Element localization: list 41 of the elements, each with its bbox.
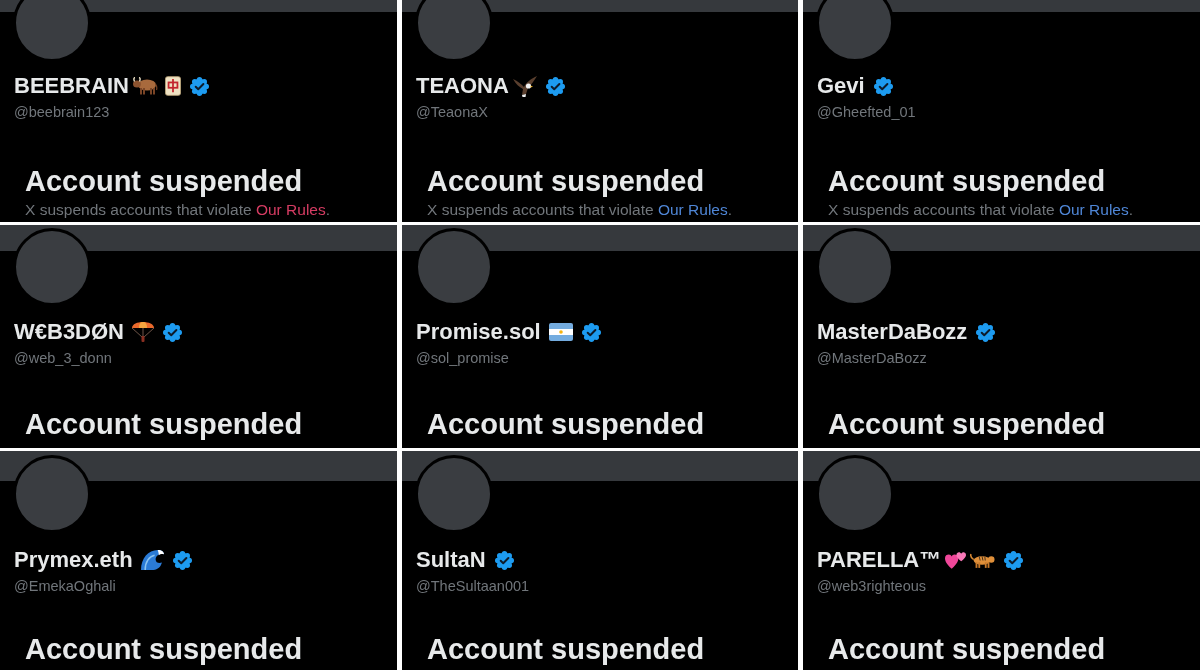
display-name: Prymex.eth bbox=[14, 547, 133, 573]
mahjong-tile-icon bbox=[164, 76, 181, 96]
display-name: TEAONA bbox=[416, 73, 509, 99]
username-handle: @web3righteous bbox=[817, 577, 927, 596]
display-name: Gevi bbox=[817, 73, 865, 99]
rules-link[interactable]: Our Rules bbox=[657, 201, 728, 218]
display-name: Promise.sol bbox=[416, 319, 541, 345]
suspended-heading: Account suspended bbox=[828, 407, 1106, 441]
suspended-heading: Account suspended bbox=[427, 407, 705, 441]
suspended-heading: Account suspended bbox=[25, 632, 303, 666]
rules-link[interactable]: Our Rules bbox=[1058, 201, 1129, 218]
two-hearts-icon bbox=[945, 551, 967, 569]
display-name: W€B3DØN bbox=[14, 319, 124, 345]
display-name: BEEBRAIN bbox=[14, 73, 129, 99]
suspension-notice: X suspends accounts that violate Our Rules. bbox=[828, 201, 1133, 219]
suspended-heading: Account suspended bbox=[427, 164, 705, 198]
display-name: PARELLA™ bbox=[817, 547, 942, 573]
username-handle: @beebrain123 bbox=[14, 103, 110, 122]
username-handle: @MasterDaBozz bbox=[817, 349, 927, 368]
display-name: SultaN bbox=[416, 547, 486, 573]
striped-flag-icon bbox=[548, 323, 573, 341]
tiger-icon bbox=[970, 552, 996, 568]
username-handle: @Gheefted_01 bbox=[817, 103, 916, 122]
ox-icon bbox=[132, 77, 158, 95]
username-handle: @sol_promise bbox=[416, 349, 509, 368]
suspension-notice: X suspends accounts that violate Our Rules. bbox=[427, 201, 732, 219]
eagle-icon bbox=[512, 75, 537, 97]
username-handle: @TheSultaan001 bbox=[416, 577, 530, 596]
suspended-heading: Account suspended bbox=[25, 407, 303, 441]
wave-icon bbox=[140, 550, 164, 570]
username-handle: @TeaonaX bbox=[416, 103, 488, 122]
suspension-notice: X suspends accounts that violate Our Rules. bbox=[25, 201, 330, 219]
suspended-heading: Account suspended bbox=[25, 164, 303, 198]
rules-link[interactable]: Our Rules bbox=[255, 201, 326, 218]
username-handle: @EmekaOghali bbox=[14, 577, 116, 596]
suspended-heading: Account suspended bbox=[828, 632, 1106, 666]
display-name: MasterDaBozz bbox=[817, 319, 968, 345]
suspended-heading: Account suspended bbox=[427, 632, 705, 666]
username-handle: @web_3_donn bbox=[14, 349, 112, 368]
suspended-heading: Account suspended bbox=[828, 164, 1106, 198]
parachute-icon bbox=[132, 322, 154, 342]
